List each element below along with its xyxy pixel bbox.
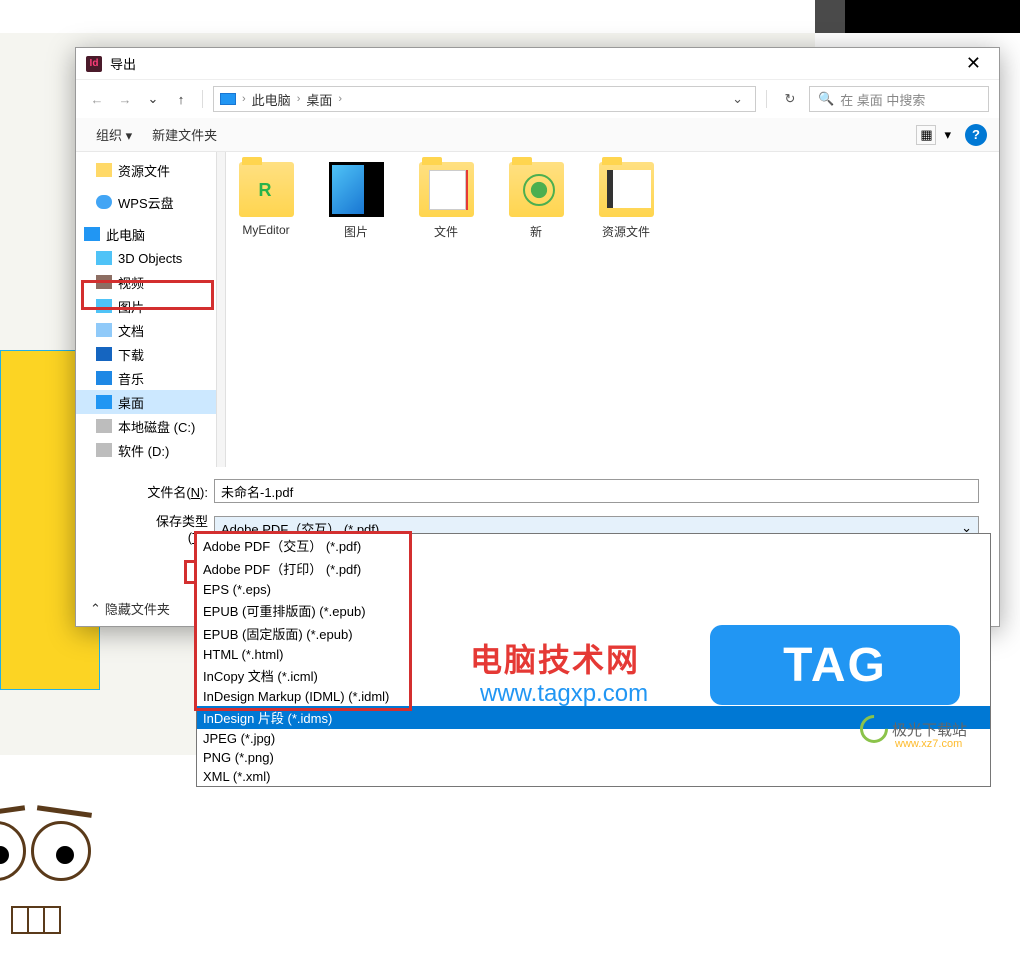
sidebar-item-1[interactable]: WPS云盘	[76, 190, 216, 214]
sidebar-item-9[interactable]: 桌面	[76, 390, 216, 414]
folder-icon	[239, 162, 294, 217]
disk-icon	[96, 443, 112, 457]
help-button[interactable]: ?	[965, 124, 987, 146]
folder-content[interactable]: MyEditor 图片文件新资源文件	[226, 152, 999, 467]
indesign-icon: Id	[86, 56, 102, 72]
search-placeholder: 在 桌面 中搜索	[840, 90, 925, 109]
sidebar-item-0[interactable]: 资源文件	[76, 158, 216, 182]
chevron-icon: ⌃	[90, 601, 101, 617]
sidebar-item-6[interactable]: 文档	[76, 318, 216, 342]
sidebar-item-10[interactable]: 本地磁盘 (C:)	[76, 414, 216, 438]
forward-button[interactable]: →	[114, 88, 136, 110]
watermark-text: 电脑技术网	[470, 635, 640, 681]
view-mode-button[interactable]: ▦	[916, 125, 936, 145]
nav-row: ← → ⌄ ↑ › 此电脑 › 桌面 › ⌄ ↻ 🔍 在 桌面 中搜索	[76, 80, 999, 118]
filetype-option-10[interactable]: PNG (*.png)	[197, 748, 990, 767]
sidebar-item-8[interactable]: 音乐	[76, 366, 216, 390]
doc-icon	[96, 323, 112, 337]
address-bar[interactable]: › 此电脑 › 桌面 › ⌄	[213, 86, 756, 112]
cartoon-face	[1, 771, 96, 971]
sidebar-item-7[interactable]: 下载	[76, 342, 216, 366]
folder-icon	[96, 163, 112, 177]
black-strip	[845, 0, 1020, 33]
tag-badge: TAG	[710, 625, 960, 705]
desk-icon	[96, 395, 112, 409]
chevron-icon: ›	[297, 93, 301, 105]
folder-item-2[interactable]: 文件	[416, 162, 476, 240]
filetype-option-11[interactable]: XML (*.xml)	[197, 767, 990, 786]
folder-item-1[interactable]: 图片	[326, 162, 386, 240]
organize-button[interactable]: 组织 ▾	[88, 121, 140, 148]
filetype-option-0[interactable]: Adobe PDF（交互） (*.pdf)	[197, 534, 990, 557]
sidebar-item-4[interactable]: 视频	[76, 270, 216, 294]
filetype-option-3[interactable]: EPUB (可重排版面) (*.epub)	[197, 599, 990, 622]
watermark-url: www.tagxp.com	[480, 680, 648, 708]
pic-icon	[96, 299, 112, 313]
separator	[766, 90, 767, 108]
filetype-option-1[interactable]: Adobe PDF（打印） (*.pdf)	[197, 557, 990, 580]
splitter[interactable]	[216, 152, 226, 467]
toolbar: 组织 ▾ 新建文件夹 ▦ ▾ ?	[76, 118, 999, 152]
folder-icon	[419, 162, 474, 217]
dialog-footer: ⌃ 隐藏文件夹	[76, 591, 184, 626]
dialog-body: 资源文件WPS云盘此电脑3D Objects视频图片文档下载音乐桌面本地磁盘 (…	[76, 152, 999, 467]
cube-icon	[96, 251, 112, 265]
music-icon	[96, 371, 112, 385]
view-dropdown[interactable]: ▾	[940, 127, 951, 143]
dialog-title: 导出	[110, 54, 958, 73]
chevron-icon: ›	[242, 93, 246, 105]
vid-icon	[96, 275, 112, 289]
search-input[interactable]: 🔍 在 桌面 中搜索	[809, 86, 989, 112]
jiguang-logo-icon	[854, 709, 894, 749]
filename-input[interactable]	[214, 479, 979, 503]
recent-dropdown[interactable]: ⌄	[142, 88, 164, 110]
breadcrumb-desktop[interactable]: 桌面	[306, 90, 332, 109]
chevron-icon: ›	[338, 93, 342, 105]
hide-folders-button[interactable]: ⌃ 隐藏文件夹	[90, 599, 170, 618]
cloud-icon	[96, 195, 112, 209]
back-button[interactable]: ←	[86, 88, 108, 110]
sidebar-item-11[interactable]: 软件 (D:)	[76, 438, 216, 462]
refresh-button[interactable]: ↻	[777, 86, 803, 112]
separator	[202, 90, 203, 108]
path-dropdown[interactable]: ⌄	[726, 91, 749, 107]
dl-icon	[96, 347, 112, 361]
folder-icon	[599, 162, 654, 217]
sidebar-item-3[interactable]: 3D Objects	[76, 246, 216, 270]
close-button[interactable]: ✕	[958, 53, 989, 74]
up-button[interactable]: ↑	[170, 88, 192, 110]
search-icon: 🔍	[818, 91, 834, 107]
pc-icon	[220, 93, 236, 105]
disk-icon	[96, 419, 112, 433]
new-folder-button[interactable]: 新建文件夹	[144, 121, 225, 148]
sidebar-item-5[interactable]: 图片	[76, 294, 216, 318]
folder-item-3[interactable]: 新	[506, 162, 566, 240]
pc-icon	[84, 227, 100, 241]
breadcrumb-pc[interactable]: 此电脑	[252, 90, 291, 109]
filename-label: 文件名(N):	[136, 482, 214, 501]
jiguang-url: www.xz7.com	[895, 738, 962, 750]
filetype-option-2[interactable]: EPS (*.eps)	[197, 580, 990, 599]
titlebar: Id 导出 ✕	[76, 48, 999, 80]
folder-item-4[interactable]: 资源文件	[596, 162, 656, 240]
folder-item-0[interactable]: MyEditor	[236, 162, 296, 237]
sidebar-item-2[interactable]: 此电脑	[76, 222, 216, 246]
sidebar: 资源文件 WPS云盘此电脑3D Objects视频图片文档下载音乐桌面本地磁盘 (…	[76, 152, 216, 467]
folder-icon	[509, 162, 564, 217]
folder-icon	[329, 162, 384, 217]
